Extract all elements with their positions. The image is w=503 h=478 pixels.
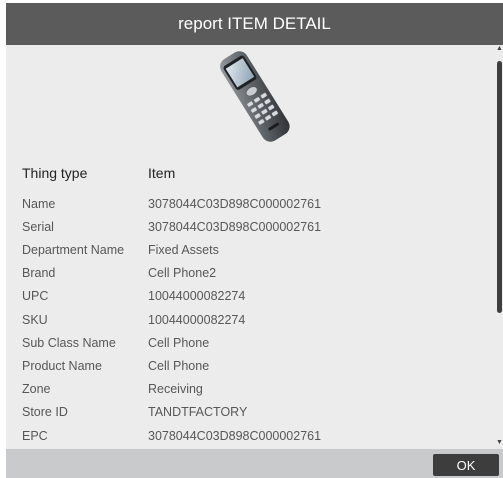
detail-label: UPC xyxy=(22,289,49,303)
detail-label: Brand xyxy=(22,266,56,280)
detail-value: Cell Phone xyxy=(148,336,210,350)
detail-value: TANDTFACTORY xyxy=(148,405,248,419)
scroll-down-arrow-icon[interactable]: ▼ xyxy=(496,439,503,447)
thing-type-row: Thing type Item xyxy=(22,165,175,181)
ok-button[interactable]: OK xyxy=(433,454,499,476)
cell-phone-icon xyxy=(220,51,290,142)
detail-value: 3078044C03D898C000002761 xyxy=(148,220,322,234)
detail-label: Product Name xyxy=(22,359,102,373)
detail-value: Fixed Assets xyxy=(148,243,219,257)
detail-row-department-name: Department Name Fixed Assets xyxy=(22,243,219,257)
detail-row-epc: EPC 3078044C03D898C000002761 xyxy=(22,429,321,443)
detail-value: 10044000082274 xyxy=(148,289,246,303)
detail-content: Thing type Item Name 3078044C03D898C0000… xyxy=(6,45,496,449)
detail-value: Cell Phone xyxy=(148,359,210,373)
detail-value: Cell Phone2 xyxy=(148,266,217,280)
detail-label: Zone xyxy=(22,382,51,396)
thing-type-value: Item xyxy=(148,165,176,181)
scroll-up-arrow-icon[interactable]: ▲ xyxy=(496,45,503,53)
detail-row-sub-class-name: Sub Class Name Cell Phone xyxy=(22,336,209,350)
dialog-title: report ITEM DETAIL xyxy=(178,14,331,33)
detail-row-serial: Serial 3078044C03D898C000002761 xyxy=(22,220,321,234)
detail-value: 3078044C03D898C000002761 xyxy=(148,197,322,211)
detail-label: Serial xyxy=(22,220,54,234)
detail-row-upc: UPC 10044000082274 xyxy=(22,289,245,303)
detail-row-brand: Brand Cell Phone2 xyxy=(22,266,216,280)
detail-row-sku: SKU 10044000082274 xyxy=(22,313,245,327)
detail-value: 3078044C03D898C000002761 xyxy=(148,429,322,443)
vertical-scrollbar[interactable]: ▲ ▼ xyxy=(496,45,503,449)
detail-label: EPC xyxy=(22,429,48,443)
item-detail-dialog: report ITEM DETAIL Thing type Item Name … xyxy=(6,3,503,478)
detail-label: SKU xyxy=(22,313,48,327)
detail-row-name: Name 3078044C03D898C000002761 xyxy=(22,197,321,211)
detail-label: Name xyxy=(22,197,56,211)
detail-label: Store ID xyxy=(22,405,68,419)
detail-value: 10044000082274 xyxy=(148,313,246,327)
detail-row-store-id: Store ID TANDTFACTORY xyxy=(22,405,247,419)
dialog-titlebar: report ITEM DETAIL xyxy=(6,3,503,45)
detail-label: Department Name xyxy=(22,243,125,257)
scrollbar-thumb[interactable] xyxy=(497,61,502,313)
cell-phone-image xyxy=(204,51,304,143)
detail-row-zone: Zone Receiving xyxy=(22,382,203,396)
detail-label: Sub Class Name xyxy=(22,336,116,350)
dialog-footer: OK xyxy=(6,449,503,478)
detail-value: Receiving xyxy=(148,382,203,396)
detail-row-product-name: Product Name Cell Phone xyxy=(22,359,209,373)
thing-type-label: Thing type xyxy=(22,165,88,181)
